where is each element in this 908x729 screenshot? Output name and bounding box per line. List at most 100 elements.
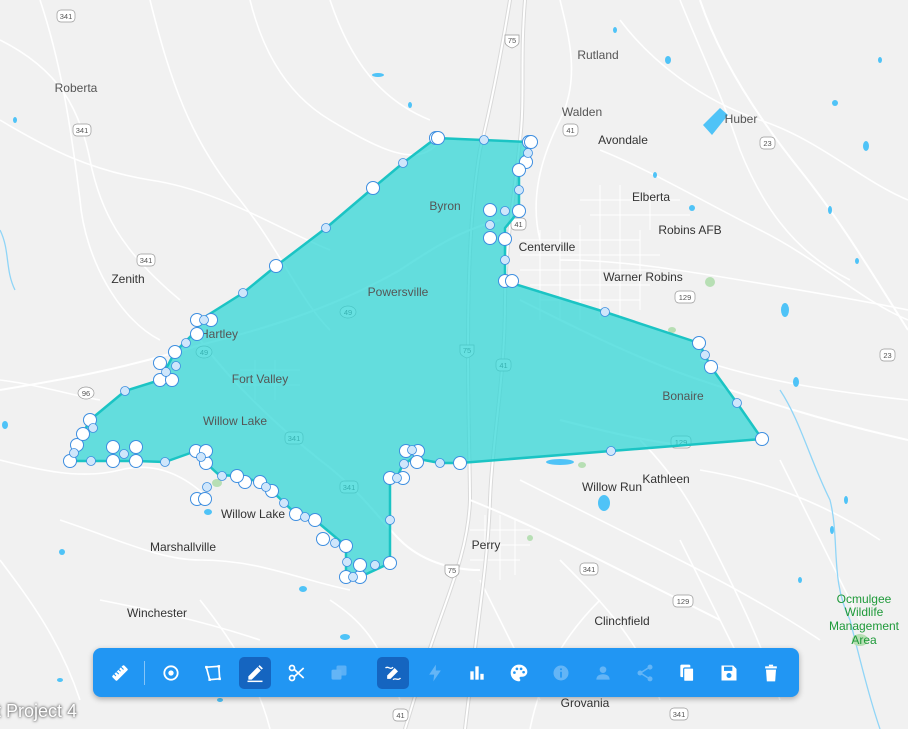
vertex-handle[interactable]: [755, 432, 769, 446]
midpoint-handle[interactable]: [342, 557, 352, 567]
midpoint-handle[interactable]: [479, 135, 489, 145]
place-label-robins-afb: Robins AFB: [658, 223, 721, 237]
midpoint-handle[interactable]: [606, 446, 616, 456]
midpoint-handle[interactable]: [732, 398, 742, 408]
vertex-handle[interactable]: [704, 360, 718, 374]
place-label-zenith: Zenith: [111, 272, 144, 286]
vertex-handle[interactable]: [524, 135, 538, 149]
midpoint-handle[interactable]: [392, 473, 402, 483]
vertex-handle[interactable]: [383, 556, 397, 570]
midpoint-handle[interactable]: [523, 148, 533, 158]
park-label: Management: [829, 619, 900, 633]
midpoint-handle[interactable]: [500, 206, 510, 216]
midpoint-handle[interactable]: [485, 220, 495, 230]
place-label-bonaire: Bonaire: [662, 389, 704, 403]
vertex-handle[interactable]: [483, 203, 497, 217]
vertex-handle[interactable]: [692, 336, 706, 350]
midpoint-handle[interactable]: [217, 471, 227, 481]
vertex-handle[interactable]: [339, 539, 353, 553]
midpoint-handle[interactable]: [370, 560, 380, 570]
midpoint-handle[interactable]: [300, 512, 310, 522]
place-label-powersville: Powersville: [368, 285, 429, 299]
merge-button[interactable]: [323, 657, 355, 689]
midpoint-handle[interactable]: [600, 307, 610, 317]
merge-icon: [331, 665, 347, 680]
midpoint-handle[interactable]: [202, 482, 212, 492]
people-button[interactable]: [587, 657, 619, 689]
vertex-handle[interactable]: [129, 440, 143, 454]
midpoint-handle[interactable]: [500, 255, 510, 265]
copy-button[interactable]: [671, 657, 703, 689]
vertex-handle[interactable]: [498, 232, 512, 246]
midpoint-handle[interactable]: [199, 315, 209, 325]
stats-button[interactable]: [461, 657, 493, 689]
vertex-handle[interactable]: [316, 532, 330, 546]
midpoint-handle[interactable]: [160, 457, 170, 467]
vertex-handle[interactable]: [106, 454, 120, 468]
vertex-handle[interactable]: [129, 454, 143, 468]
style-button[interactable]: [503, 657, 535, 689]
midpoint-handle[interactable]: [348, 572, 358, 582]
edit-button[interactable]: [239, 657, 271, 689]
info-button[interactable]: [545, 657, 577, 689]
midpoint-handle[interactable]: [119, 449, 129, 459]
midpoint-handle[interactable]: [69, 448, 79, 458]
midpoint-handle[interactable]: [398, 158, 408, 168]
midpoint-handle[interactable]: [399, 459, 409, 469]
midpoint-handle[interactable]: [385, 515, 395, 525]
sr247-shield: 247: [0, 0, 13, 2]
simplify-button[interactable]: [377, 657, 409, 689]
vertex-handle[interactable]: [505, 274, 519, 288]
vertex-handle[interactable]: [431, 131, 445, 145]
midpoint-handle[interactable]: [196, 452, 206, 462]
vertex-handle[interactable]: [453, 456, 467, 470]
vertex-handle[interactable]: [198, 492, 212, 506]
cut-button[interactable]: [281, 657, 313, 689]
vertex-handle[interactable]: [483, 231, 497, 245]
vertex-handle[interactable]: [366, 181, 380, 195]
midpoint-handle[interactable]: [435, 458, 445, 468]
vertex-handle[interactable]: [168, 345, 182, 359]
flash-button[interactable]: [419, 657, 451, 689]
map-canvas[interactable]: 341 341 341 341 341 341 341 41 41 41 41 …: [0, 0, 908, 729]
svg-text:341: 341: [673, 710, 686, 719]
vertex-handle[interactable]: [190, 327, 204, 341]
place-label-hartley: Hartley: [200, 327, 238, 341]
share-icon: [637, 664, 653, 682]
place-label-clinchfield: Clinchfield: [594, 614, 649, 628]
delete-button[interactable]: [755, 657, 787, 689]
midpoint-handle[interactable]: [161, 367, 171, 377]
midpoint-handle[interactable]: [514, 185, 524, 195]
midpoint-handle[interactable]: [407, 445, 417, 455]
midpoint-handle[interactable]: [86, 456, 96, 466]
vertex-handle[interactable]: [308, 513, 322, 527]
vertex-handle[interactable]: [230, 469, 244, 483]
i75-shield: 75: [504, 34, 520, 49]
svg-text:341: 341: [60, 12, 73, 21]
trash-icon: [765, 664, 777, 682]
draw-point-button[interactable]: [155, 657, 187, 689]
vertex-handle[interactable]: [106, 440, 120, 454]
vertex-handle[interactable]: [353, 558, 367, 572]
midpoint-handle[interactable]: [261, 482, 271, 492]
midpoint-handle[interactable]: [330, 538, 340, 548]
vertex-handle[interactable]: [410, 455, 424, 469]
vertex-handle[interactable]: [76, 427, 90, 441]
share-button[interactable]: [629, 657, 661, 689]
vertex-handle[interactable]: [269, 259, 283, 273]
place-label-kathleen: Kathleen: [642, 472, 689, 486]
save-button[interactable]: [713, 657, 745, 689]
midpoint-handle[interactable]: [120, 386, 130, 396]
draw-polygon-button[interactable]: [197, 657, 229, 689]
palette-icon: [510, 664, 528, 682]
vertex-handle[interactable]: [512, 163, 526, 177]
vertex-handle[interactable]: [512, 204, 526, 218]
measure-button[interactable]: [104, 657, 136, 689]
midpoint-handle[interactable]: [181, 338, 191, 348]
midpoint-handle[interactable]: [321, 223, 331, 233]
midpoint-handle[interactable]: [279, 498, 289, 508]
midpoint-handle[interactable]: [171, 361, 181, 371]
midpoint-handle[interactable]: [238, 288, 248, 298]
midpoint-handle[interactable]: [700, 350, 710, 360]
midpoint-handle[interactable]: [88, 423, 98, 433]
